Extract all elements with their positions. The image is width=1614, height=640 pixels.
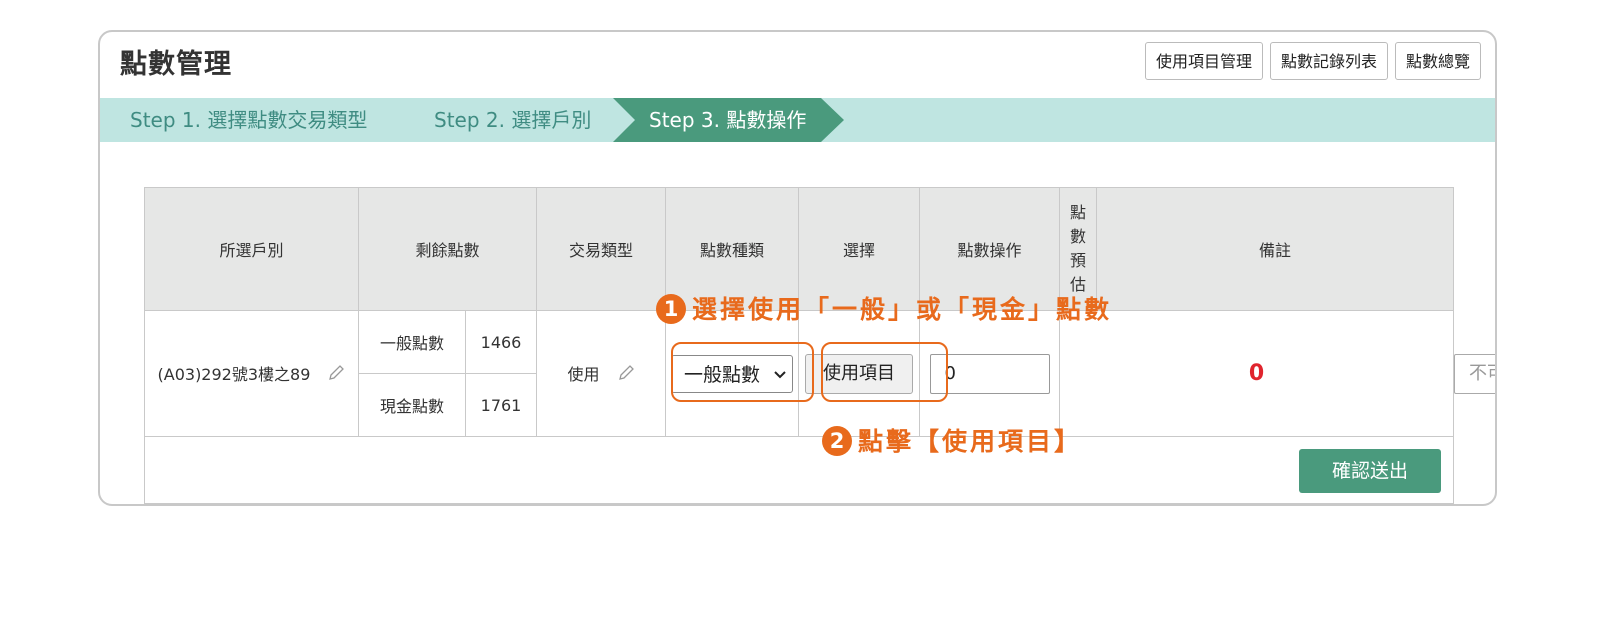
header-household: 所選戶別 <box>144 187 359 311</box>
table-footer-row: 確認送出 <box>143 436 1455 504</box>
steps-progress-bar: Step 1. 選擇點數交易類型 Step 2. 選擇戶別 Step 3. 點數… <box>100 98 1495 142</box>
points-overview-button[interactable]: 點數總覽 <box>1394 42 1481 80</box>
annotation-2: 2 點擊【使用項目】 <box>822 422 1082 458</box>
point-kind-highlight-box <box>671 342 814 402</box>
points-records-list-button[interactable]: 點數記錄列表 <box>1269 42 1388 80</box>
header-button-group: 使用項目管理 點數記錄列表 點數總覽 <box>1144 42 1481 80</box>
header-transaction-type: 交易類型 <box>536 187 667 311</box>
step-3-active[interactable]: Step 3. 點數操作 <box>613 98 844 142</box>
estimate-cell: 0 <box>1059 310 1455 437</box>
points-estimate-value: 0 <box>1248 361 1265 386</box>
annotation-1-text: 選擇使用「一般」或「現金」點數 <box>692 295 1113 324</box>
household-cell: (A03)292號3樓之89 <box>144 310 359 437</box>
step-1[interactable]: Step 1. 選擇點數交易類型 <box>130 98 367 142</box>
note-input[interactable]: 不可超過30字元 <box>1454 353 1495 394</box>
step-2[interactable]: Step 2. 選擇戶別 <box>434 98 591 142</box>
transaction-type-cell: 使用 <box>536 310 667 437</box>
annotation-1: 1 選擇使用「一般」或「現金」點數 <box>656 290 1112 326</box>
header-remaining-points: 剩餘點數 <box>357 187 538 311</box>
header-note: 備註 <box>1096 187 1455 311</box>
points-management-panel: 點數管理 使用項目管理 點數記錄列表 點數總覽 Step 1. 選擇點數交易類型… <box>98 30 1497 506</box>
annotation-1-number: 1 <box>656 294 686 324</box>
annotation-2-text: 點擊【使用項目】 <box>858 427 1083 456</box>
transaction-type-value: 使用 <box>567 364 600 384</box>
points-type-cash: 現金點數 <box>358 373 466 437</box>
points-type-general: 一般點數 <box>358 310 466 374</box>
household-name: (A03)292號3樓之89 <box>157 364 311 384</box>
footer-cell: 確認送出 <box>143 436 1455 504</box>
page-title: 點數管理 <box>120 49 232 80</box>
points-value-cash: 1761 <box>464 373 538 437</box>
step-3-label: Step 3. 點數操作 <box>649 108 807 132</box>
confirm-submit-button[interactable]: 確認送出 <box>1299 449 1442 493</box>
usage-button-highlight-box <box>821 342 948 402</box>
points-value-general: 1466 <box>464 310 538 374</box>
annotation-2-number: 2 <box>822 426 852 456</box>
usage-items-management-button[interactable]: 使用項目管理 <box>1144 42 1263 80</box>
edit-transaction-pencil-icon[interactable] <box>617 364 635 386</box>
edit-household-pencil-icon[interactable] <box>327 364 345 386</box>
